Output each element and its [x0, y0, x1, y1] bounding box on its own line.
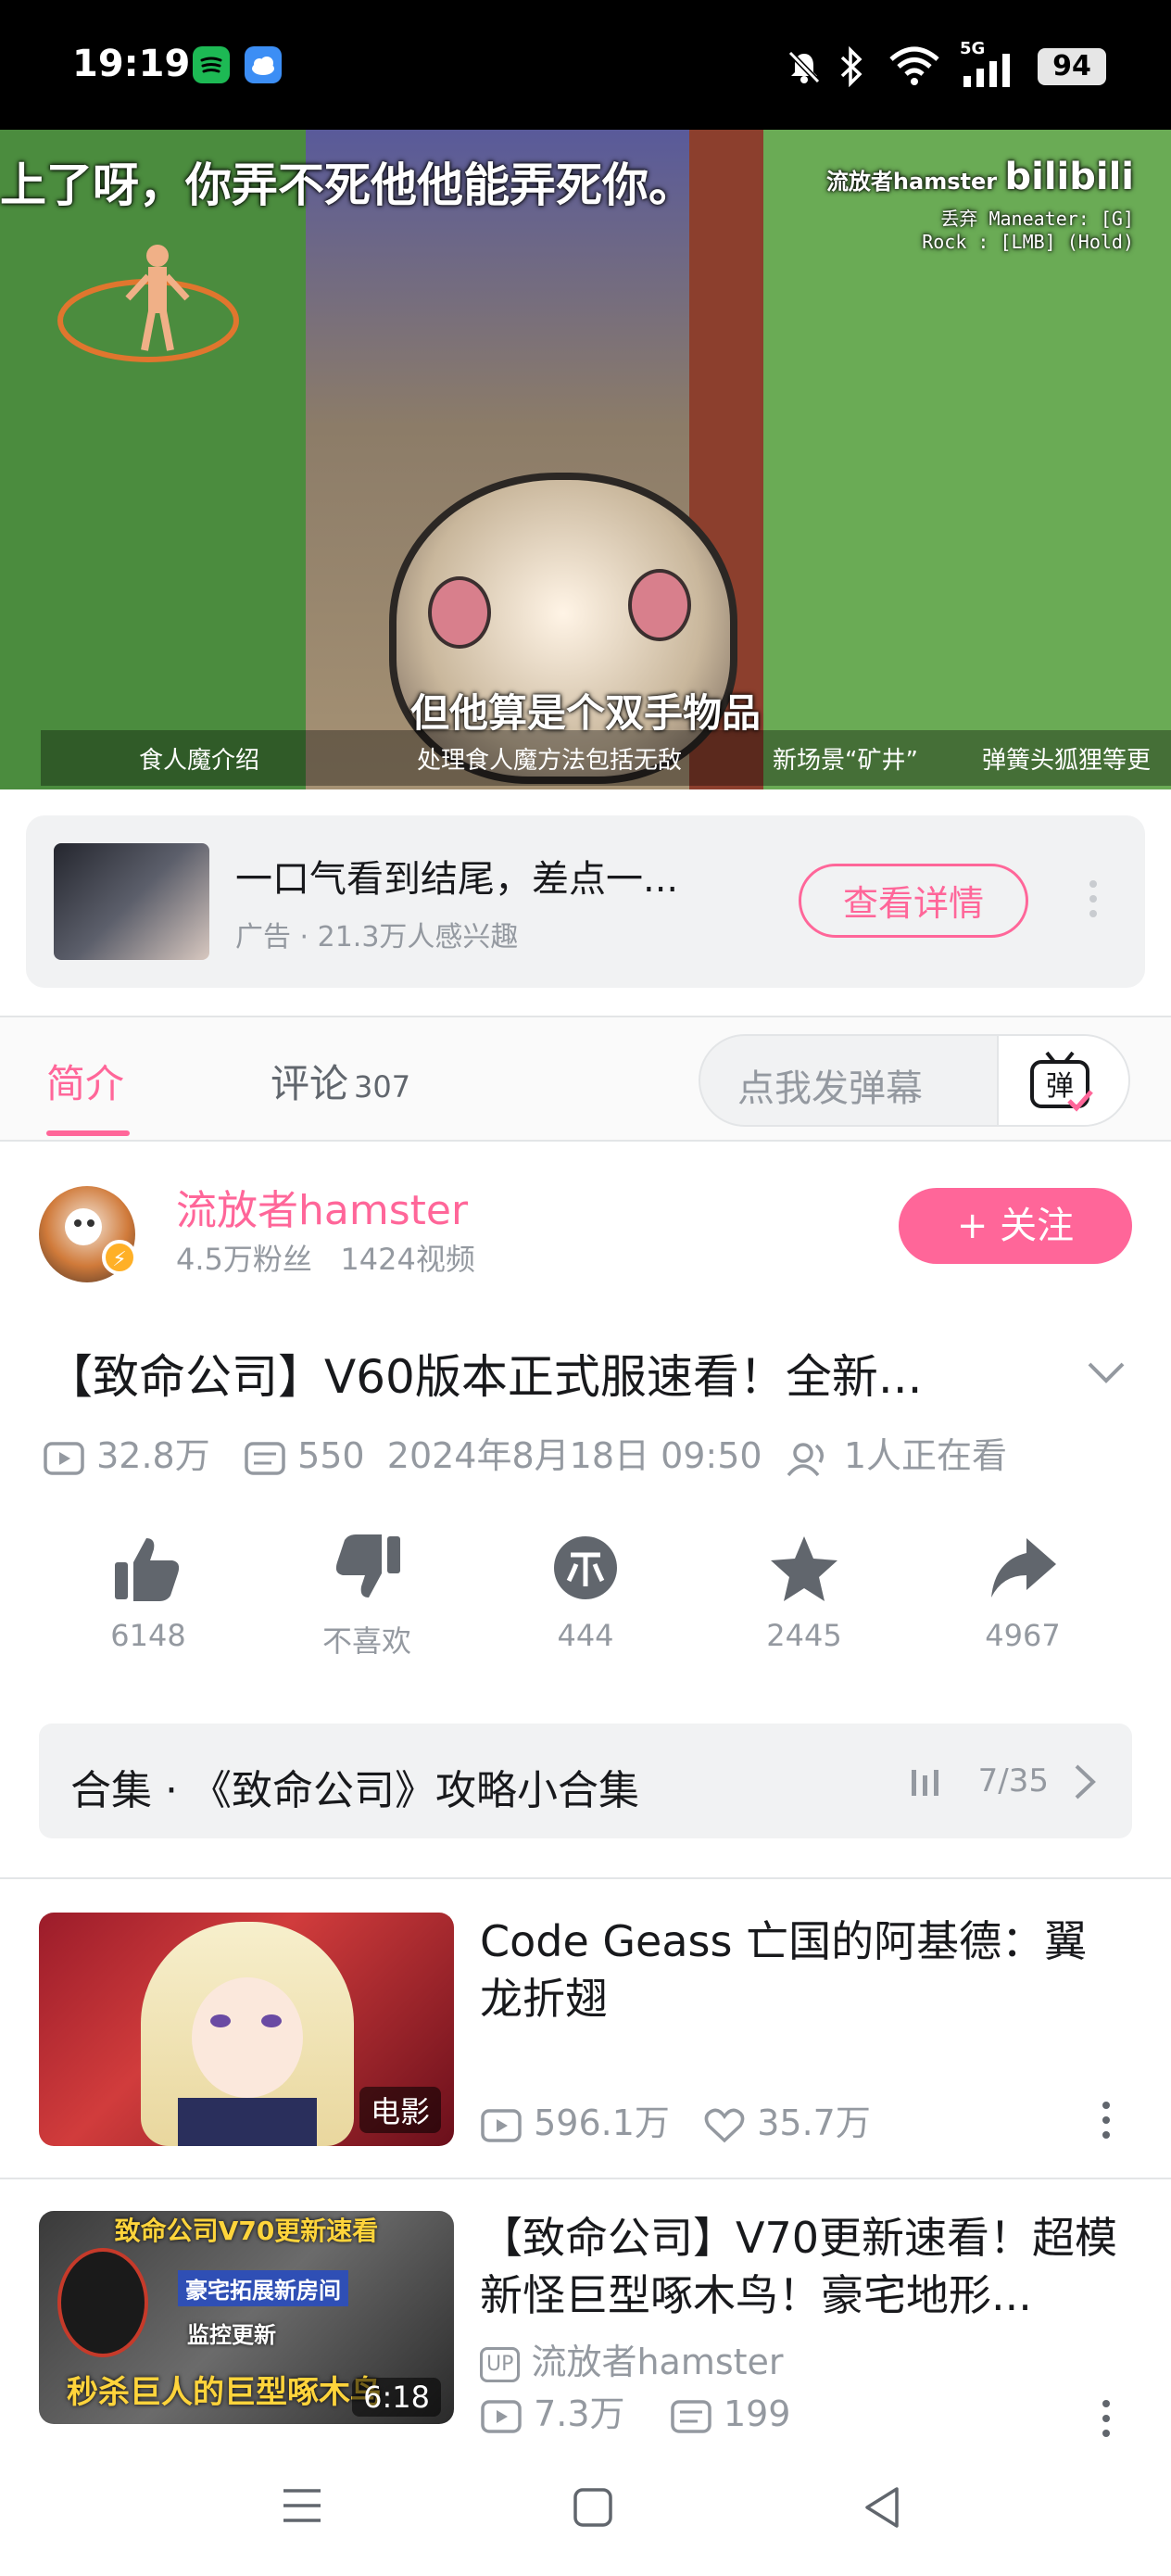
spotify-icon [193, 46, 230, 83]
verified-lightning-icon: ⚡ [102, 1240, 137, 1275]
menu-icon[interactable] [282, 2487, 322, 2524]
danmaku-input[interactable]: 点我发弹幕 [737, 1058, 923, 1112]
chapter-item[interactable]: 食人魔介绍 [139, 741, 259, 776]
watching-icon [787, 1442, 824, 1476]
video-item-uploader-name: 流放者hamster [531, 2342, 784, 2382]
more-options-icon[interactable] [1102, 2102, 1110, 2146]
collection-progress: 7/35 [977, 1762, 1049, 1799]
publish-date: 2024年8月18日 09:50 [386, 1435, 762, 1476]
uploader-video-count: 1424视频 [340, 1242, 475, 1277]
views-icon [481, 2108, 522, 2142]
views-count: 32.8万 [96, 1435, 210, 1476]
uploader-fans: 4.5万粉丝 [176, 1242, 312, 1277]
signal-icon [963, 54, 1010, 87]
battery-indicator: 94 [1038, 48, 1106, 85]
ad-card[interactable]: 一口气看到结尾，差点一... 广告 · 21.3万人感兴趣 查看详情 [26, 815, 1145, 988]
tab-comments-count: 307 [354, 1069, 411, 1105]
collection-bar[interactable]: 合集 · 《致命公司》攻略小合集 7/35 [39, 1724, 1132, 1838]
follow-button[interactable]: + 关注 [899, 1188, 1132, 1264]
tab-comments-label: 评论 [271, 1061, 349, 1106]
status-time: 19:19 [72, 43, 191, 85]
system-nav-bar [0, 2439, 1171, 2576]
mute-icon [787, 50, 821, 84]
danmaku-icon: 弹 [1030, 1051, 1093, 1112]
weather-icon [245, 46, 282, 83]
like-button[interactable]: 6148 [83, 1533, 213, 1653]
home-icon[interactable] [573, 2487, 613, 2528]
video-thumbnail[interactable]: 电影 [39, 1913, 454, 2146]
video-watermark: 流放者hamster bilibili 丢弃 Maneater: [G] Roc… [825, 156, 1134, 253]
coin-icon [554, 1536, 617, 1599]
video-item-title[interactable]: 【致命公司】V70更新速看！超模新怪巨型啄木鸟！豪宅地形... [480, 2209, 1128, 2324]
more-options-icon[interactable] [1102, 2400, 1110, 2439]
chapter-item[interactable]: 处理食人魔方法包括无敌 [417, 741, 682, 776]
tab-intro[interactable]: 简介 [46, 1053, 124, 1109]
video-player[interactable]: 上了呀，你弄不死他他能弄死你。 流放者hamster bilibili 丢弃 M… [0, 130, 1171, 789]
chapter-item[interactable]: 弹簧头狐狸等更 [982, 741, 1151, 776]
coin-button[interactable]: 444 [521, 1533, 650, 1653]
video-item-likes: 35.7万 [757, 2102, 871, 2143]
chevron-right-icon [1075, 1764, 1096, 1799]
video-item-views: 7.3万 [534, 2393, 625, 2434]
dislike-button[interactable]: 不喜欢 [302, 1533, 432, 1661]
video-meta: 32.8万 550 2024年8月18日 09:50 1人正在看 [43, 1427, 1007, 1478]
ad-details-button[interactable]: 查看详情 [799, 864, 1028, 938]
video-item-title[interactable]: Code Geass 亡国的阿基德：翼龙折翅 [480, 1913, 1128, 2027]
share-button[interactable]: 4967 [958, 1533, 1088, 1653]
video-duration: 6:18 [352, 2378, 441, 2417]
back-icon[interactable] [862, 2485, 902, 2530]
collection-title: 合集 · 《致命公司》攻略小合集 [70, 1767, 639, 1814]
wifi-icon [889, 46, 939, 85]
watching-count: 1人正在看 [843, 1435, 1008, 1476]
video-item-uploader[interactable]: UP 流放者hamster [480, 2333, 784, 2384]
tab-bar: 简介 评论 307 点我发弹幕 弹 [0, 1016, 1171, 1142]
ad-title[interactable]: 一口气看到结尾，差点一... [235, 849, 678, 903]
star-icon [771, 1536, 837, 1601]
favorite-count: 2445 [766, 1618, 842, 1653]
coin-count: 444 [557, 1618, 614, 1653]
chapter-bar[interactable]: 食人魔介绍 处理食人魔方法包括无敌 新场景“矿井” 弹簧头狐狸等更 [41, 730, 1171, 786]
video-subtitle-top: 上了呀，你弄不死他他能弄死你。 [0, 158, 695, 212]
danmaku-count-icon [671, 2399, 711, 2433]
svg-text:弹: 弹 [1046, 1070, 1074, 1103]
like-count: 6148 [110, 1618, 186, 1653]
favorite-button[interactable]: 2445 [739, 1533, 869, 1653]
scanner-hud-icon [57, 245, 239, 362]
ad-thumbnail[interactable] [54, 843, 209, 960]
share-count: 4967 [985, 1618, 1061, 1653]
video-item-meta: 7.3万 199 [480, 2385, 790, 2436]
list-item[interactable]: 电影 Code Geass 亡国的阿基德：翼龙折翅 596.1万 35.7万 [0, 1879, 1171, 2176]
danmaku-toggle-button[interactable]: 弹 [997, 1036, 1128, 1125]
status-bar: 19:19 5G 94 [0, 0, 1171, 130]
ad-more-icon[interactable] [1089, 880, 1097, 925]
danmaku-count: 550 [297, 1435, 365, 1476]
thumbs-up-icon [115, 1538, 180, 1601]
views-icon [44, 1441, 84, 1475]
video-thumbnail[interactable]: 致命公司V70更新速看 豪宅拓展新房间 监控更新 秒杀巨人的巨型啄木鸟 6:18 [39, 2211, 454, 2424]
dislike-label: 不喜欢 [321, 1623, 411, 1659]
uploader-stats: 4.5万粉丝 1424视频 [176, 1236, 475, 1279]
danmaku-input-box[interactable]: 点我发弹幕 弹 [699, 1034, 1130, 1127]
video-item-danmaku: 199 [723, 2393, 791, 2434]
heart-icon [704, 2108, 745, 2142]
list-item[interactable]: 致命公司V70更新速看 豪宅拓展新房间 监控更新 秒杀巨人的巨型啄木鸟 6:18… [0, 2179, 1171, 2439]
video-title: 【致命公司】V60版本正式服速看！全新... [46, 1350, 923, 1404]
tab-comments[interactable]: 评论 307 [271, 1053, 410, 1109]
tab-active-indicator [46, 1130, 130, 1136]
expand-chevron-icon[interactable] [1086, 1358, 1127, 1386]
video-item-meta: 596.1万 35.7万 [480, 2094, 871, 2145]
uploader-name[interactable]: 流放者hamster [176, 1177, 468, 1236]
thumbs-down-icon [335, 1534, 400, 1597]
up-tag-icon: UP [480, 2346, 521, 2382]
bluetooth-icon [840, 46, 863, 87]
share-arrow-icon [991, 1538, 1056, 1597]
views-icon [481, 2399, 522, 2433]
video-item-views: 596.1万 [534, 2102, 670, 2143]
chapter-item[interactable]: 新场景“矿井” [773, 741, 918, 776]
danmaku-count-icon [245, 1441, 285, 1475]
video-type-badge: 电影 [359, 2087, 441, 2133]
playlist-icon [912, 1770, 938, 1796]
ad-subtitle: 广告 · 21.3万人感兴趣 [235, 921, 519, 953]
